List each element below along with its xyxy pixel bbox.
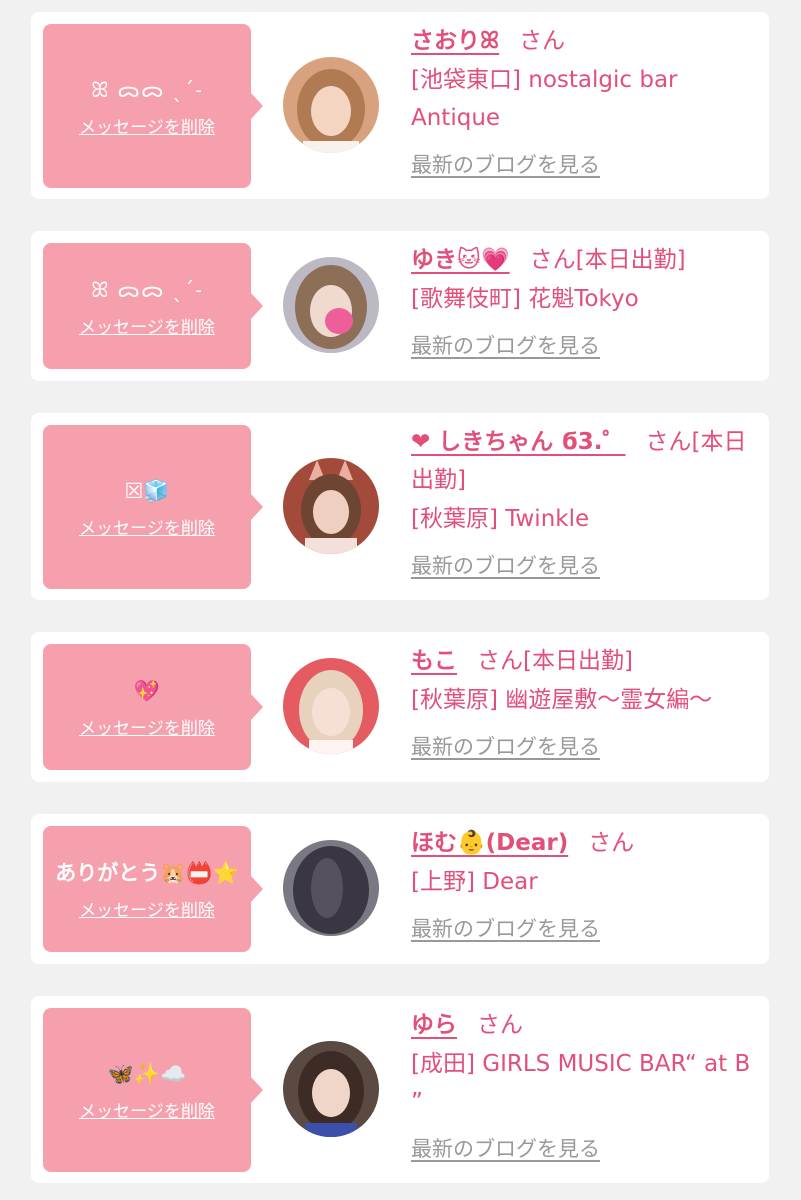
message-card: ☒🧊 メッセージを削除 ❤ しきちゃん ϭ3.゜ さん[本日出勤] [秋葉原] T… [31, 413, 769, 600]
message-text: ありがとう🐹📛⭐ [55, 860, 239, 885]
name-suffix: さん [477, 1012, 523, 1038]
message-card: ꕤ ᯅᯅ ˎˊ˗ メッセージを削除 さおりꕤ さん [池袋東口] nostalgi… [31, 12, 769, 199]
message-bubble: ꕤ ᯅᯅ ˎˊ˗ メッセージを削除 [43, 243, 263, 369]
latest-blog-link[interactable]: 最新のブログを見る [411, 330, 600, 360]
avatar[interactable] [283, 1041, 379, 1137]
delete-message-link[interactable]: メッセージを削除 [79, 313, 215, 338]
avatar[interactable] [283, 257, 379, 353]
shop-name: [上野] Dear [411, 869, 538, 895]
shop-name: [秋葉原] 幽遊屋敷〜霊女編〜 [411, 687, 713, 713]
message-list: ꕤ ᯅᯅ ˎˊ˗ メッセージを削除 さおりꕤ さん [池袋東口] nostalgi… [0, 0, 801, 1200]
shop-name: [歌舞伎町] 花魁Tokyo [411, 286, 639, 312]
cast-info: ゆら さん [成田] GIRLS MUSIC BAR“ at B ” 最新のブログ… [411, 1006, 759, 1163]
cast-name-link[interactable]: ゆら [411, 1012, 457, 1038]
shop-name: [池袋東口] nostalgic bar Antique [411, 67, 678, 131]
message-bubble: ありがとう🐹📛⭐ メッセージを削除 [43, 826, 263, 952]
delete-message-link[interactable]: メッセージを削除 [79, 714, 215, 739]
cast-name-link[interactable]: ほむ👶(Dear) [411, 830, 568, 856]
name-suffix: さん [519, 28, 566, 54]
message-bubble: 🦋✨☁️ メッセージを削除 [43, 1008, 263, 1172]
cast-info: ❤ しきちゃん ϭ3.゜ さん[本日出勤] [秋葉原] Twinkle 最新のブロ… [411, 423, 759, 580]
latest-blog-link[interactable]: 最新のブログを見る [411, 550, 600, 580]
message-text: ☒🧊 [124, 478, 170, 503]
message-bubble: 💖 メッセージを削除 [43, 644, 263, 770]
cast-name-link[interactable]: さおりꕤ [411, 28, 499, 54]
delete-message-link[interactable]: メッセージを削除 [79, 113, 215, 138]
cast-info: ゆき🐱💗 さん[本日出勤] [歌舞伎町] 花魁Tokyo 最新のブログを見る [411, 241, 759, 360]
message-text: 🦋✨☁️ [107, 1061, 187, 1086]
avatar[interactable] [283, 57, 379, 153]
message-card: 🦋✨☁️ メッセージを削除 ゆら さん [成田] GIRLS MUSIC BAR“… [31, 996, 769, 1183]
cast-info: もこ さん[本日出勤] [秋葉原] 幽遊屋敷〜霊女編〜 最新のブログを見る [411, 642, 759, 761]
message-text: ꕤ ᯅᯅ ˎˊ˗ [91, 77, 203, 102]
latest-blog-link[interactable]: 最新のブログを見る [411, 913, 600, 943]
message-bubble: ☒🧊 メッセージを削除 [43, 425, 263, 589]
name-suffix: さん[本日出勤] [477, 648, 633, 674]
cast-name-link[interactable]: ゆき🐱💗 [411, 247, 510, 273]
delete-message-link[interactable]: メッセージを削除 [79, 1097, 215, 1122]
cast-info: ほむ👶(Dear) さん [上野] Dear 最新のブログを見る [411, 824, 759, 943]
shop-name: [秋葉原] Twinkle [411, 506, 590, 532]
latest-blog-link[interactable]: 最新のブログを見る [411, 149, 600, 179]
message-card: 💖 メッセージを削除 もこ さん[本日出勤] [秋葉原] 幽遊屋敷〜霊女編〜 最新… [31, 632, 769, 782]
delete-message-link[interactable]: メッセージを削除 [79, 514, 215, 539]
delete-message-link[interactable]: メッセージを削除 [79, 896, 215, 921]
latest-blog-link[interactable]: 最新のブログを見る [411, 731, 600, 761]
message-card: ありがとう🐹📛⭐ メッセージを削除 ほむ👶(Dear) さん [上野] Dear … [31, 814, 769, 964]
avatar[interactable] [283, 658, 379, 754]
message-text: ꕤ ᯅᯅ ˎˊ˗ [91, 277, 203, 302]
cast-info: さおりꕤ さん [池袋東口] nostalgic bar Antique 最新のブ… [411, 22, 759, 179]
message-card: ꕤ ᯅᯅ ˎˊ˗ メッセージを削除 ゆき🐱💗 さん[本日出勤] [歌舞伎町] 花魁… [31, 231, 769, 381]
cast-name-link[interactable]: ❤ しきちゃん ϭ3.゜ [411, 429, 626, 455]
name-suffix: さん [588, 830, 635, 856]
latest-blog-link[interactable]: 最新のブログを見る [411, 1133, 600, 1163]
message-bubble: ꕤ ᯅᯅ ˎˊ˗ メッセージを削除 [43, 24, 263, 188]
message-text: 💖 [133, 678, 161, 703]
shop-name: [成田] GIRLS MUSIC BAR“ at B ” [411, 1051, 751, 1115]
avatar[interactable] [283, 840, 379, 936]
name-suffix: さん[本日出勤] [529, 247, 686, 273]
cast-name-link[interactable]: もこ [411, 648, 457, 674]
avatar[interactable] [283, 458, 379, 554]
